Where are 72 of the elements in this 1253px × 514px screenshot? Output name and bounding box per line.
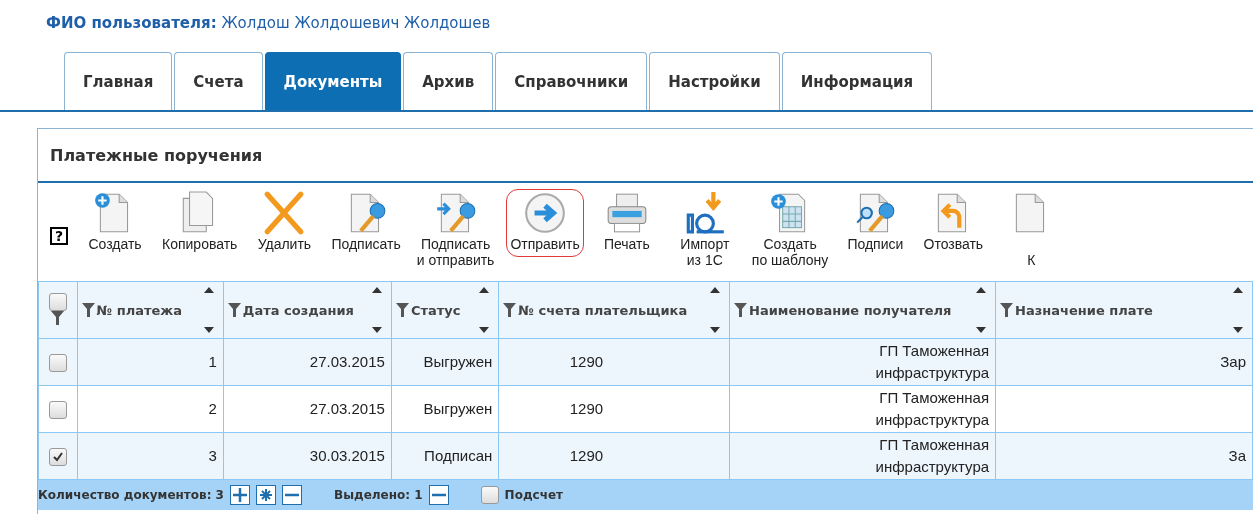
table-cell: Подписан [424, 447, 493, 464]
toolbar-button[interactable]: Отправить [506, 189, 584, 257]
toolbar-button[interactable]: Подписи [840, 189, 911, 257]
toolbar-button[interactable]: Создать [80, 189, 150, 257]
deselect-button[interactable] [428, 485, 449, 505]
column-header[interactable]: Дата создания [242, 302, 354, 318]
filter-icon[interactable] [395, 303, 409, 317]
plus-icon [233, 488, 247, 502]
select-all-button[interactable] [256, 485, 276, 505]
table-cell: Выгружен [423, 353, 493, 370]
sum-label: Подсчет [504, 488, 564, 502]
collapse-button[interactable] [282, 485, 302, 505]
checkbox[interactable] [48, 448, 67, 467]
tab[interactable]: Справочники [495, 52, 648, 110]
checkbox[interactable] [48, 354, 67, 373]
filter-icon[interactable] [503, 303, 517, 317]
filter-icon[interactable] [51, 310, 65, 325]
expand-button[interactable] [230, 485, 250, 505]
sort-arrows-icon[interactable] [1232, 286, 1244, 334]
sort-arrows-icon[interactable] [478, 286, 491, 334]
tab[interactable]: Настройки [649, 52, 780, 110]
table-cell-text: ГП Таможенная инфраструктура [874, 341, 990, 383]
asterisk-icon [259, 488, 273, 502]
checkbox[interactable] [48, 292, 67, 311]
table-cell-text: 1290 [569, 446, 604, 466]
sort-arrows-icon[interactable] [370, 286, 383, 334]
toolbar-button[interactable]: К [996, 189, 1067, 273]
toolbar-button[interactable]: Печать [591, 189, 662, 257]
help-button[interactable]: ? [50, 227, 68, 245]
table-cell: 27.03.2015 [309, 353, 385, 370]
tab[interactable]: Счета [174, 52, 263, 110]
table-cell: 3 [208, 447, 217, 464]
column-header[interactable]: Статус [410, 302, 461, 318]
column-header[interactable]: Назначение плате [1015, 302, 1153, 318]
document-count: Количество документов: 3 [38, 488, 224, 502]
tab[interactable]: Главная [64, 52, 173, 110]
toolbar-button[interactable]: Копировать [158, 189, 242, 257]
toolbar-button[interactable]: Создать по шаблону [747, 189, 833, 273]
column-header[interactable]: № платежа [96, 302, 183, 318]
table-cell: Выгружен [423, 400, 493, 417]
filter-icon[interactable] [227, 303, 241, 317]
filter-icon[interactable] [1000, 303, 1014, 317]
checkbox[interactable] [480, 486, 499, 504]
tab[interactable]: Документы [264, 52, 402, 110]
sort-arrows-icon[interactable] [202, 286, 215, 334]
panel-title: Платежные поручения [38, 129, 1253, 183]
selected-count: Выделено: 1 [334, 488, 423, 502]
toolbar-button[interactable]: Подписать [327, 189, 405, 257]
table-cell-text: 1290 [569, 399, 604, 419]
table-cell: 27.03.2015 [309, 400, 385, 417]
toolbar-button[interactable]: Удалить [249, 189, 320, 257]
table-cell-text: 1290 [569, 352, 604, 372]
table-cell: 2 [208, 400, 217, 417]
toolbar-button[interactable]: Импорт из 1С [669, 189, 740, 273]
table-cell: 30.03.2015 [309, 447, 385, 464]
toolbar-button[interactable]: Отозвать [918, 189, 989, 257]
sort-arrows-icon[interactable] [975, 286, 988, 334]
table-cell: Зар [1220, 353, 1246, 370]
checkbox[interactable] [48, 401, 67, 420]
sort-arrows-icon[interactable] [709, 286, 722, 334]
table-cell-text: ГП Таможенная инфраструктура [874, 388, 990, 430]
user-name: Жолдош Жолдошевич Жолдошев [221, 14, 491, 32]
checkmark-icon [51, 451, 64, 464]
filter-icon[interactable] [81, 303, 95, 317]
tab[interactable]: Архив [403, 52, 494, 110]
toolbar-button[interactable]: Подписать и отправить [412, 189, 499, 273]
table-cell: За [1228, 447, 1246, 464]
tab[interactable]: Информация [781, 52, 933, 110]
filter-icon[interactable] [734, 303, 748, 317]
table-cell: 1 [208, 353, 217, 370]
user-label: ФИО пользователя: [46, 14, 217, 32]
table-cell-text: ГП Таможенная инфраструктура [874, 435, 990, 477]
